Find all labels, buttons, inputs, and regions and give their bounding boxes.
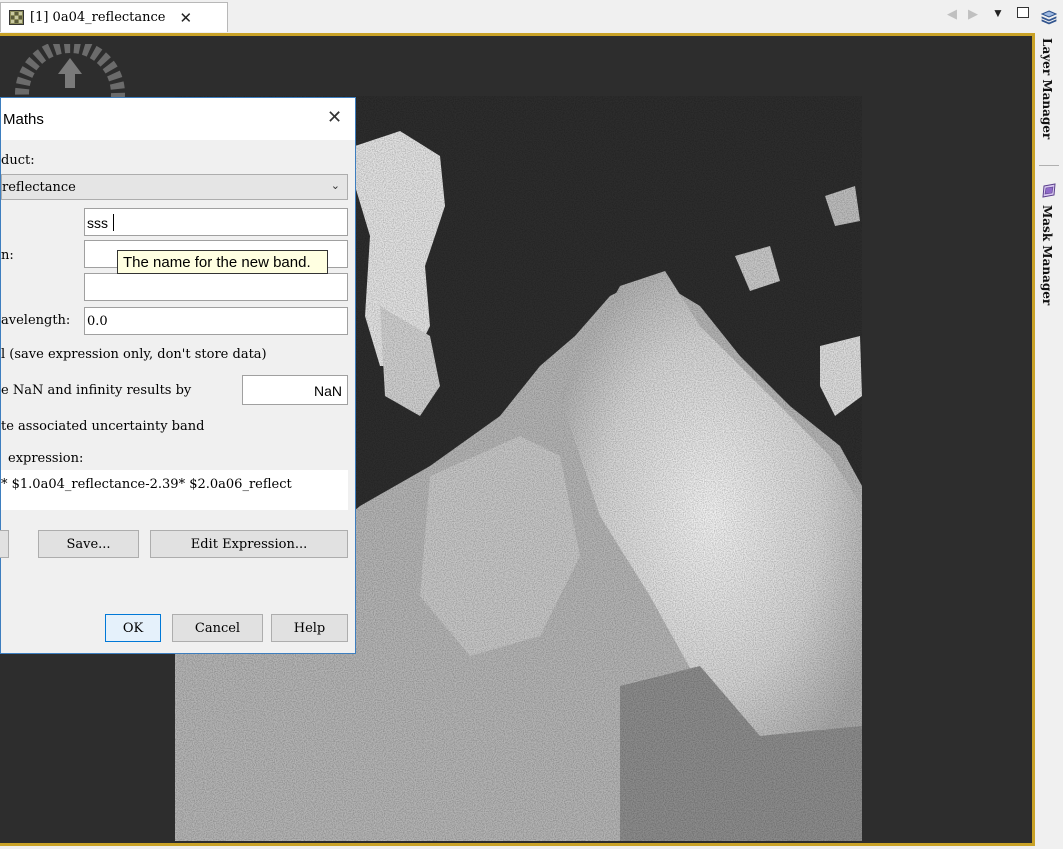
uncertainty-band-checkbox-label[interactable]: te associated uncertainty band bbox=[1, 419, 204, 434]
editor-tab-bar: [1] 0a04_reflectance ✕ ◀ ▶ ▼ bbox=[0, 0, 1035, 33]
tab-image-view[interactable]: [1] 0a04_reflectance ✕ bbox=[0, 2, 228, 32]
dialog-title: Maths bbox=[3, 111, 44, 128]
virtual-band-checkbox-label[interactable]: l (save expression only, don't store dat… bbox=[1, 347, 267, 362]
wavelength-input[interactable]: 0.0 bbox=[84, 307, 348, 335]
chevron-down-icon: ⌄ bbox=[330, 179, 340, 192]
expression-value: * $1.0a04_reflectance-2.39* $2.0a06_refl… bbox=[1, 477, 292, 492]
layers-icon bbox=[1041, 10, 1057, 25]
help-button[interactable]: Help bbox=[271, 614, 348, 642]
target-product-value: reflectance bbox=[2, 180, 76, 195]
band-maths-expression-label: expression: bbox=[8, 451, 84, 466]
right-side-panel: Layer Manager Mask Manager bbox=[1035, 0, 1063, 849]
replace-nan-value: NaN bbox=[313, 383, 342, 399]
load-button[interactable] bbox=[0, 530, 9, 558]
replace-nan-checkbox-label[interactable]: e NaN and infinity results by bbox=[1, 383, 191, 398]
expression-text-area[interactable]: * $1.0a04_reflectance-2.39* $2.0a06_refl… bbox=[1, 470, 348, 510]
tab-scroll-right-icon[interactable]: ▶ bbox=[968, 6, 978, 22]
tab-title: [1] 0a04_reflectance bbox=[30, 10, 166, 25]
ok-button[interactable]: OK bbox=[105, 614, 161, 642]
band-name-tooltip: The name for the new band. bbox=[117, 250, 328, 274]
band-maths-dialog: Maths ✕ duct: reflectance ⌄ sss n: avele… bbox=[0, 97, 356, 654]
edit-expression-button[interactable]: Edit Expression... bbox=[150, 530, 348, 558]
tab-close-icon[interactable]: ✕ bbox=[179, 9, 192, 27]
raster-grid-icon bbox=[9, 10, 24, 25]
description-label: n: bbox=[1, 248, 14, 263]
band-name-value: sss bbox=[87, 215, 108, 231]
dialog-title-bar[interactable]: Maths ✕ bbox=[1, 98, 355, 140]
band-name-input[interactable]: sss bbox=[84, 208, 348, 236]
target-product-select[interactable]: reflectance ⌄ bbox=[1, 174, 348, 200]
maximize-window-icon[interactable] bbox=[1017, 7, 1029, 18]
save-expression-button[interactable]: Save... bbox=[38, 530, 139, 558]
layer-manager-label: Layer Manager bbox=[1040, 38, 1054, 140]
replace-nan-value-input[interactable]: NaN bbox=[242, 375, 348, 405]
mask-icon bbox=[1042, 183, 1056, 198]
tab-scroll-left-icon[interactable]: ◀ bbox=[947, 6, 957, 22]
cancel-button[interactable]: Cancel bbox=[172, 614, 263, 642]
unit-input[interactable] bbox=[84, 273, 348, 301]
wavelength-value: 0.0 bbox=[87, 314, 108, 329]
wavelength-label: avelength: bbox=[1, 313, 71, 328]
side-panel-separator bbox=[1039, 165, 1059, 166]
dialog-close-icon[interactable]: ✕ bbox=[327, 107, 342, 128]
tab-list-menu-icon[interactable]: ▼ bbox=[992, 6, 1004, 20]
text-caret bbox=[113, 214, 114, 231]
target-product-label: duct: bbox=[1, 153, 35, 168]
mask-manager-label: Mask Manager bbox=[1040, 205, 1054, 306]
